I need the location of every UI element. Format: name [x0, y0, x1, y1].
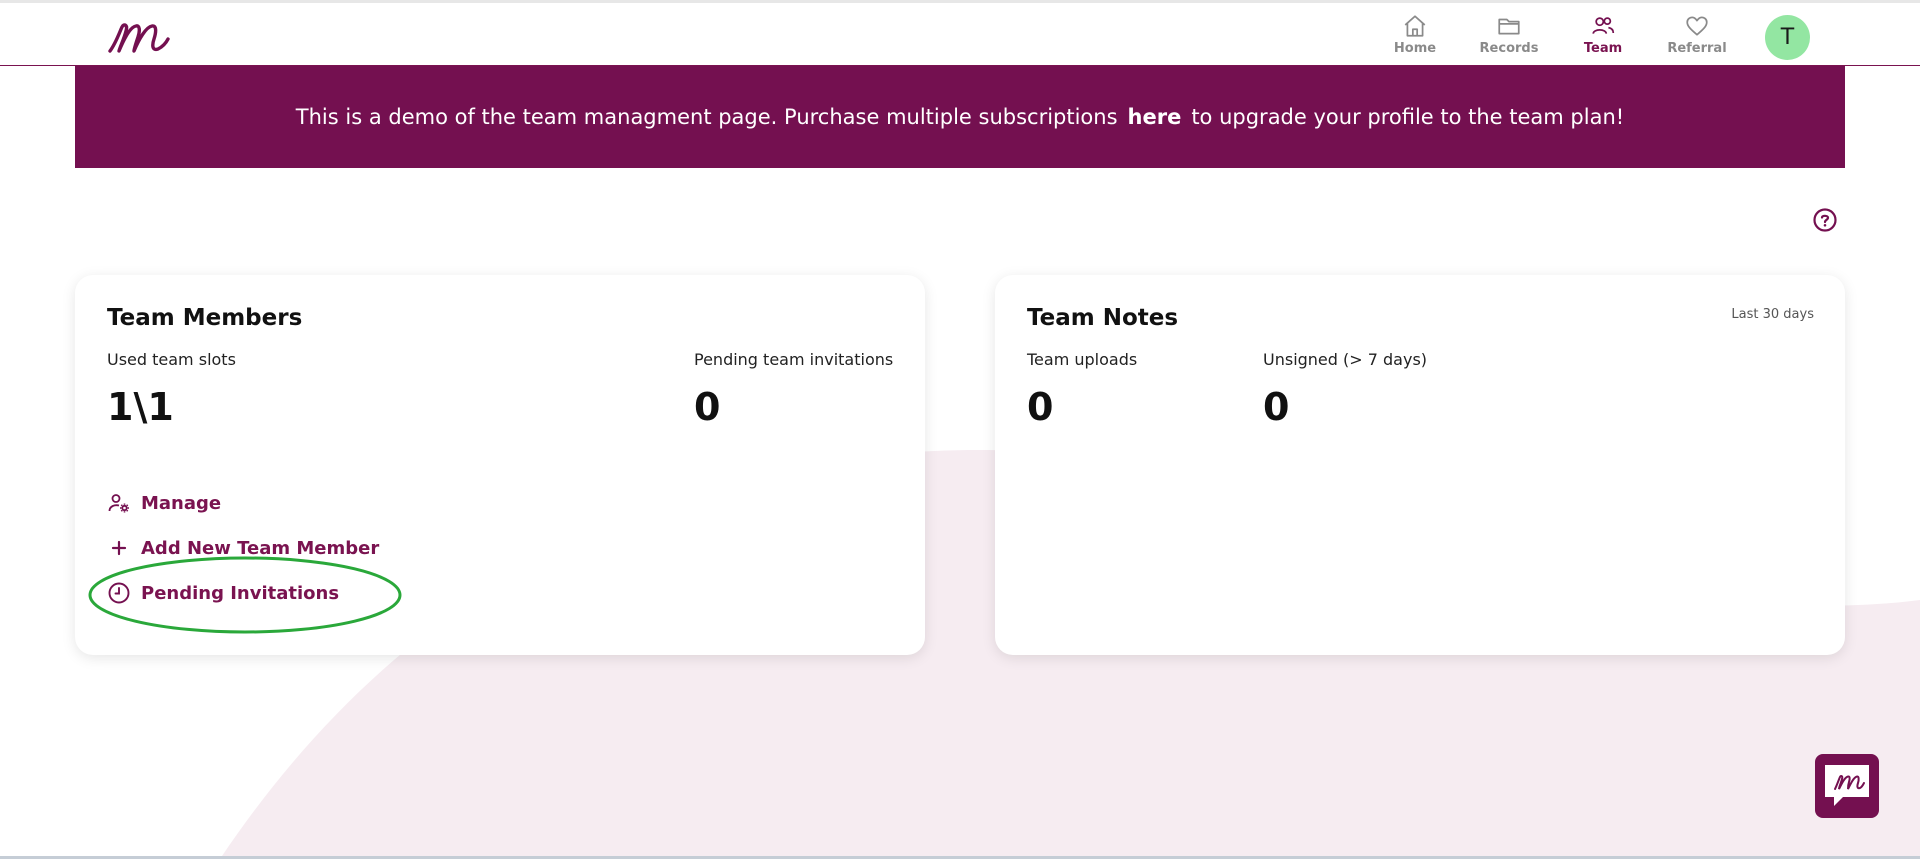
plus-icon: [111, 540, 127, 556]
main-nav: Home Records Team Referral: [1370, 13, 1746, 56]
used-slots-value: 1\1: [107, 385, 174, 429]
nav-referral[interactable]: Referral: [1652, 13, 1742, 56]
nav-home[interactable]: Home: [1370, 13, 1460, 56]
banner-here-link[interactable]: here: [1128, 105, 1182, 129]
date-range-label: Last 30 days: [1731, 307, 1814, 322]
nav-records[interactable]: Records: [1464, 13, 1554, 56]
nav-records-label: Records: [1479, 41, 1539, 56]
nav-team-label: Team: [1583, 41, 1623, 56]
folder-icon: [1498, 18, 1520, 35]
team-members-title: Team Members: [107, 305, 303, 331]
user-avatar[interactable]: T: [1765, 15, 1810, 60]
used-slots-label: Used team slots: [107, 350, 236, 369]
unsigned-value: 0: [1263, 385, 1290, 429]
chat-bubble-icon: [1825, 765, 1869, 806]
user-gear-icon: [108, 494, 129, 513]
nav-home-label: Home: [1393, 41, 1437, 56]
team-uploads-label: Team uploads: [1027, 350, 1138, 369]
chat-widget-button[interactable]: [1815, 754, 1879, 818]
help-icon[interactable]: [1812, 207, 1838, 233]
nav-referral-label: Referral: [1667, 41, 1727, 56]
unsigned-label: Unsigned (> 7 days): [1263, 350, 1428, 369]
top-navbar: Home Records Team Referral T: [0, 3, 1920, 66]
manage-team-link[interactable]: Manage: [107, 491, 221, 515]
team-notes-title: Team Notes: [1027, 305, 1179, 331]
team-uploads-value: 0: [1027, 385, 1054, 429]
manage-label: Manage: [141, 492, 222, 514]
banner-text-before: This is a demo of the team managment pag…: [295, 105, 1118, 129]
heart-icon: [1686, 16, 1708, 36]
team-members-card: Team Members Used team slots 1\1 Pending…: [75, 275, 925, 655]
home-icon: [1404, 15, 1426, 37]
banner-text-after: to upgrade your profile to the team plan…: [1191, 105, 1625, 129]
clock-icon: [108, 582, 130, 604]
pending-invitations-link[interactable]: Pending Invitations: [107, 581, 339, 605]
users-icon: [1592, 17, 1615, 34]
add-team-member-link[interactable]: Add New Team Member: [107, 536, 379, 560]
pending-invitations-action-label: Pending Invitations: [141, 582, 340, 604]
pending-invitations-label: Pending team invitations: [694, 350, 894, 369]
team-notes-card: Team Notes Last 30 days Team uploads 0 U…: [995, 275, 1845, 655]
pending-invitations-value: 0: [694, 385, 721, 429]
add-team-member-label: Add New Team Member: [141, 537, 380, 559]
demo-banner: This is a demo of the team managment pag…: [75, 66, 1845, 168]
nav-team[interactable]: Team: [1558, 13, 1648, 56]
brand-logo[interactable]: [106, 13, 172, 59]
